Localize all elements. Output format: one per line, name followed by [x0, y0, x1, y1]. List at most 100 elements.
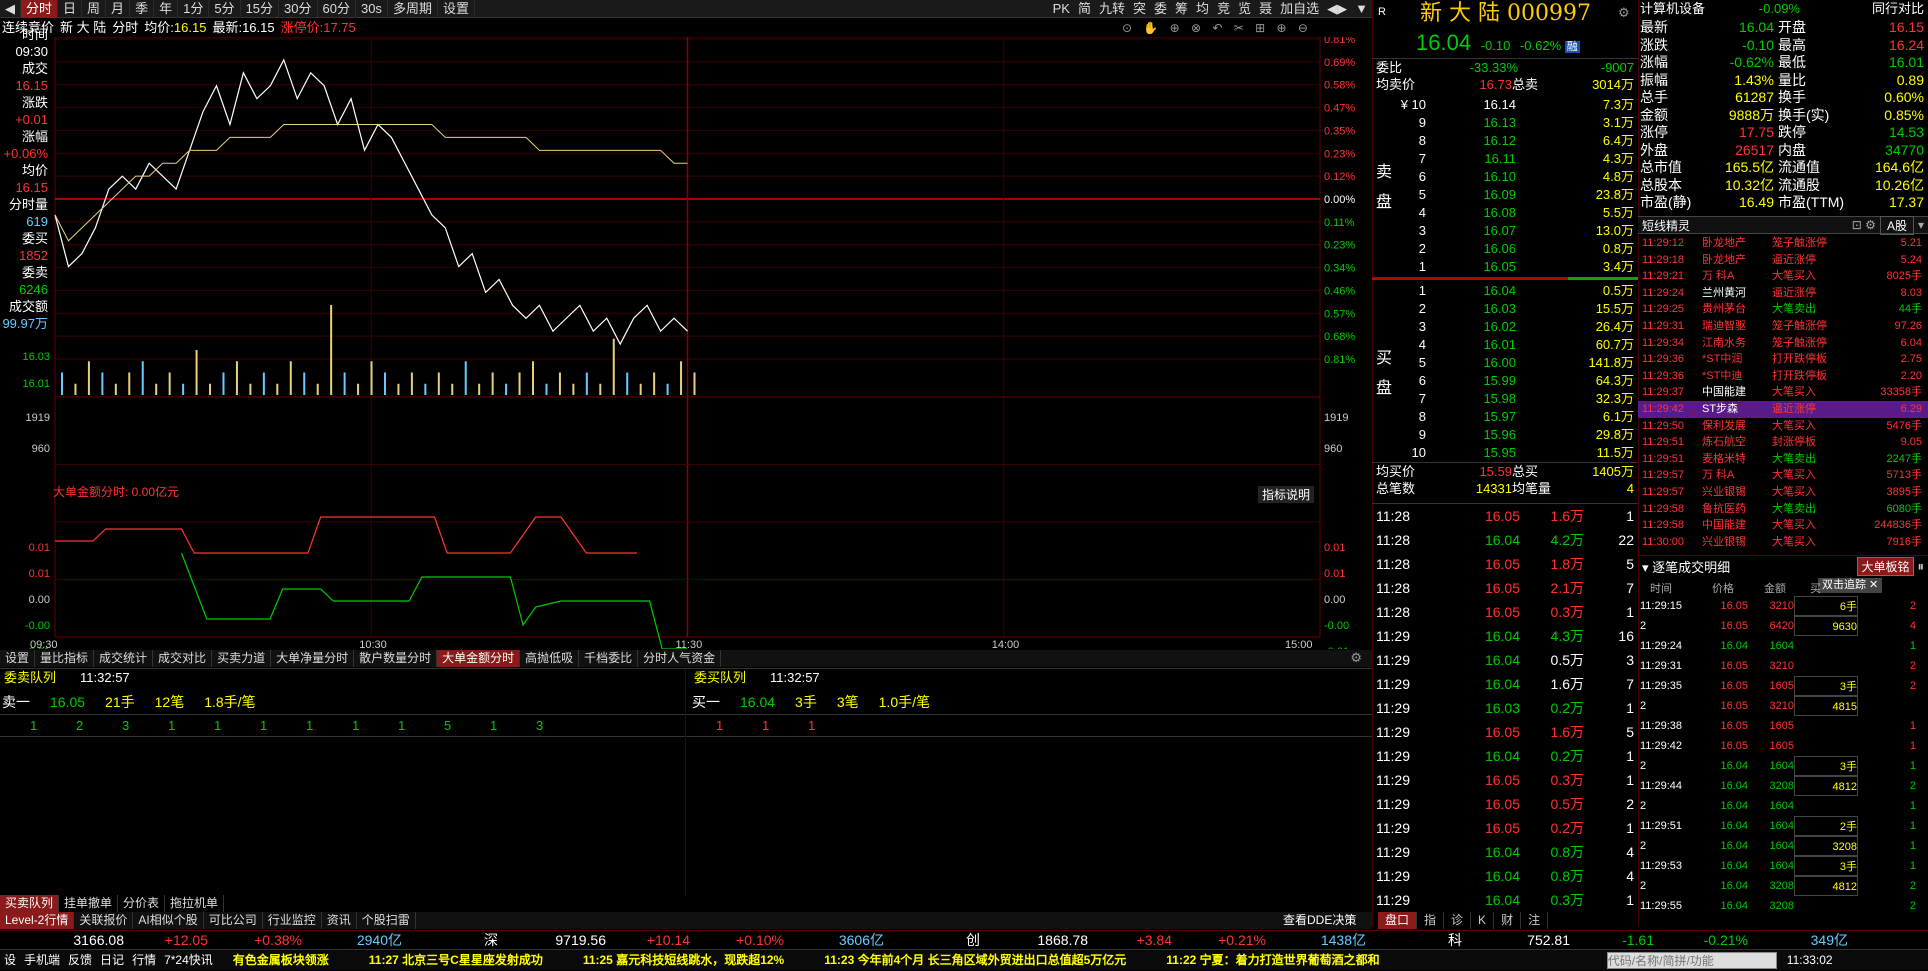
sell-queue-item[interactable]: 1: [352, 715, 398, 736]
indicator-tab-6[interactable]: 散户数量分时: [354, 650, 437, 667]
asks-row-7[interactable]: 316.0713.0万: [1372, 222, 1638, 240]
detail-row[interactable]: 11:29:5516.0432082: [1640, 896, 1926, 916]
trade-row[interactable]: 11:2916.040.8万4: [1372, 840, 1638, 864]
queue-tab-2[interactable]: 分价表: [118, 895, 165, 912]
news-item[interactable]: 11:25 嘉元科技短线跳水，现跌超12%: [583, 950, 784, 970]
trade-row[interactable]: 11:2916.050.3万1: [1372, 768, 1638, 792]
trade-row[interactable]: 11:2916.040.2万1: [1372, 744, 1638, 768]
news-item[interactable]: 11:23 今年前4个月 长三角区域外贸进出口总值超5万亿元: [824, 950, 1126, 970]
trade-row[interactable]: 11:2816.050.3万1: [1372, 600, 1638, 624]
sprite-row[interactable]: 11:29:37中国能建大笔买入33358手: [1638, 384, 1928, 401]
index-3[interactable]: 科752.81-1.61-0.21%349亿: [1446, 931, 1928, 948]
period-tab-13[interactable]: 设置: [438, 0, 475, 18]
indicator-tab-0[interactable]: 设置: [0, 650, 35, 667]
sprite-row[interactable]: 11:29:42ST步森逼近涨停6.29: [1638, 401, 1928, 418]
level-tab-2[interactable]: AI相似个股: [133, 912, 203, 929]
toolbar-right-4[interactable]: 委: [1150, 0, 1171, 18]
sprite-row[interactable]: 11:29:36*ST中润打开跌停板2.75: [1638, 351, 1928, 368]
asks-row-9[interactable]: 116.053.4万: [1372, 258, 1638, 276]
sprite-row[interactable]: 11:29:50保利发展大笔买入5476手: [1638, 418, 1928, 435]
period-tab-10[interactable]: 60分: [318, 0, 356, 18]
toolbar-right-1[interactable]: 简: [1074, 0, 1095, 18]
status-item-2[interactable]: 反馈: [64, 950, 96, 970]
period-tab-1[interactable]: 日: [58, 0, 82, 18]
asks-row-4[interactable]: 616.104.8万: [1372, 168, 1638, 186]
indicator-tab-10[interactable]: 分时人气资金: [638, 650, 721, 667]
bids-row-3[interactable]: 416.0160.7万: [1372, 336, 1638, 354]
asks-row-2[interactable]: 816.126.4万: [1372, 132, 1638, 150]
panel-tab-4[interactable]: 财: [1494, 912, 1521, 929]
toolbar-right-3[interactable]: 突: [1129, 0, 1150, 18]
sell-queue-item[interactable]: 1: [260, 715, 306, 736]
sprite-row[interactable]: 11:29:57万 科A大笔买入5713手: [1638, 467, 1928, 484]
toolbar-right-2[interactable]: 九转: [1095, 0, 1129, 18]
detail-row[interactable]: 216.04160432081: [1640, 836, 1926, 856]
period-tab-12[interactable]: 多周期: [388, 0, 438, 18]
toolbar-right-8[interactable]: 览: [1234, 0, 1255, 18]
sell-queue-item[interactable]: 3: [536, 715, 582, 736]
peer-compare[interactable]: 同行对比: [1800, 0, 1924, 18]
trade-row[interactable]: 11:2816.044.2万22: [1372, 528, 1638, 552]
level-tab-1[interactable]: 关联报价: [74, 912, 133, 929]
period-tab-4[interactable]: 季: [130, 0, 154, 18]
sprite-list[interactable]: 11:29:12卧龙地产笼子触涨停5.2111:29:18卧龙地产逼近涨停5.2…: [1638, 235, 1928, 550]
asks-row-6[interactable]: 416.085.5万: [1372, 204, 1638, 222]
sell-queue-item[interactable]: 1: [30, 715, 76, 736]
indicator-help-button[interactable]: 指标说明: [1258, 486, 1314, 503]
index-2[interactable]: 创1868.78+3.84+0.21%1438亿: [964, 931, 1446, 948]
queue-tab-1[interactable]: 挂单撤单: [59, 895, 118, 912]
sprite-row[interactable]: 11:29:51麦格米特大笔卖出2247手: [1638, 451, 1928, 468]
period-tab-5[interactable]: 年: [154, 0, 178, 18]
panel-tab-1[interactable]: 指: [1417, 912, 1444, 929]
detail-row[interactable]: 11:29:5316.0416043手1: [1640, 856, 1926, 876]
indicator-tab-5[interactable]: 大单净量分时: [271, 650, 354, 667]
asks-row-5[interactable]: 516.0923.8万: [1372, 186, 1638, 204]
sprite-row[interactable]: 11:29:58中国能建大笔买入244836手: [1638, 517, 1928, 534]
trade-row[interactable]: 11:2816.052.1万7: [1372, 576, 1638, 600]
status-item-5[interactable]: 7*24快讯: [160, 950, 217, 970]
trade-row[interactable]: 11:2916.030.2万1: [1372, 696, 1638, 720]
period-tab-0[interactable]: 分时: [21, 0, 58, 18]
toolbar-right-7[interactable]: 竞: [1213, 0, 1234, 18]
toolbar-right-0[interactable]: PK: [1049, 0, 1074, 18]
indicator-tab-1[interactable]: 量比指标: [35, 650, 94, 667]
search-input[interactable]: [1607, 952, 1777, 969]
period-tab-11[interactable]: 30s: [356, 0, 388, 18]
sell-queue-item[interactable]: 5: [444, 715, 490, 736]
indicator-tab-7[interactable]: 大单金额分时: [437, 650, 520, 667]
trade-row[interactable]: 11:2916.044.3万16: [1372, 624, 1638, 648]
status-item-0[interactable]: 设: [0, 950, 20, 970]
status-item-1[interactable]: 手机端: [20, 950, 64, 970]
detail-row[interactable]: 216.04320848122: [1640, 876, 1926, 896]
toolbar-right-10[interactable]: 加自选: [1276, 0, 1323, 18]
sell-queue-item[interactable]: 3: [122, 715, 168, 736]
trade-row[interactable]: 11:2816.051.6万1: [1372, 504, 1638, 528]
sprite-row[interactable]: 11:29:51炼石航空封涨停板9.05: [1638, 434, 1928, 451]
indicator-tab-3[interactable]: 成交对比: [153, 650, 212, 667]
detail-row[interactable]: 216.05642096304: [1640, 616, 1926, 636]
detail-row[interactable]: 11:29:3116.0532102: [1640, 656, 1926, 676]
level-tab-5[interactable]: 资讯: [322, 912, 357, 929]
period-tab-2[interactable]: 周: [82, 0, 106, 18]
bids-row-9[interactable]: 1015.9511.5万: [1372, 444, 1638, 462]
period-tab-9[interactable]: 30分: [279, 0, 317, 18]
news-item[interactable]: 11:22 宁夏：着力打造世界葡萄酒之都和: [1166, 950, 1379, 970]
sell-queue-item[interactable]: 1: [490, 715, 536, 736]
detail-row[interactable]: 11:29:4216.0516051: [1640, 736, 1926, 756]
buy-queue-item[interactable]: 1: [762, 715, 808, 736]
chevron-down-icon[interactable]: ▾: [1914, 218, 1928, 232]
intraday-chart[interactable]: 0.81%0.69%0.58%0.47%0.35%0.23%0.12%0.00%…: [0, 37, 1372, 649]
gear-icon[interactable]: ⚙: [1350, 650, 1362, 666]
detail-row[interactable]: 216.0416041: [1640, 796, 1926, 816]
detail-row[interactable]: 11:29:3816.0516051: [1640, 716, 1926, 736]
panel-tab-5[interactable]: 注: [1521, 912, 1548, 929]
period-tab-3[interactable]: 月: [106, 0, 130, 18]
detail-list[interactable]: 11:29:1516.0532106手2216.0564209630411:29…: [1640, 596, 1926, 916]
sprite-tools-icon[interactable]: ⊡ ⚙: [1852, 218, 1880, 232]
back-icon[interactable]: ◀: [0, 0, 21, 18]
panel-tab-2[interactable]: 诊: [1444, 912, 1471, 929]
sprite-row[interactable]: 11:29:31瑞迪智驱笼子触涨停97.26: [1638, 318, 1928, 335]
period-tab-8[interactable]: 15分: [241, 0, 279, 18]
bids-row-7[interactable]: 815.976.1万: [1372, 408, 1638, 426]
sprite-row[interactable]: 11:30:00兴业银锡大笔买入7916手: [1638, 534, 1928, 551]
